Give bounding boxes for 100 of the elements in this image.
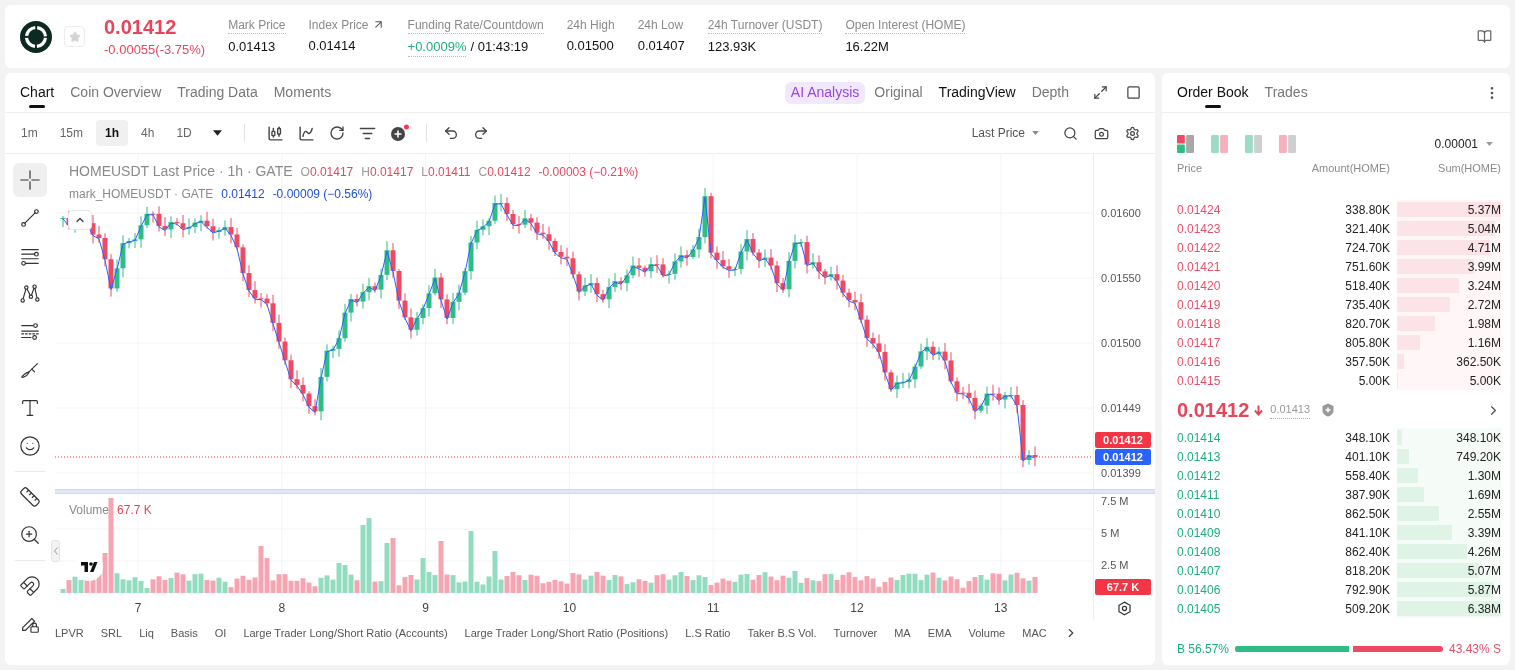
- order-book-tab[interactable]: Trades: [1264, 73, 1308, 112]
- interval-option[interactable]: 1m: [12, 120, 47, 146]
- order-price: 0.01423: [1177, 220, 1222, 238]
- chart-tab[interactable]: Moments: [273, 73, 332, 112]
- stat-label: Open Interest (HOME): [845, 16, 966, 34]
- indicator-option[interactable]: Large Trader Long/Short Ratio (Positions): [464, 625, 669, 640]
- order-price: 0.01408: [1177, 543, 1222, 561]
- plus-circle-icon[interactable]: [389, 124, 410, 142]
- indicator-option[interactable]: MA: [894, 625, 911, 640]
- indicator-option[interactable]: SRL: [100, 625, 123, 640]
- stat-value: 0.01500: [566, 36, 614, 55]
- chart-tab[interactable]: Chart: [20, 73, 55, 112]
- order-sum: 2.72M: [1467, 296, 1501, 314]
- order-amount: 338.80K: [1345, 201, 1390, 219]
- stat-value: 123.93K: [707, 37, 757, 56]
- order-amount: 509.20K: [1345, 600, 1390, 618]
- chart-tab[interactable]: Coin Overview: [70, 73, 162, 112]
- indicator-option[interactable]: EMA: [927, 625, 952, 640]
- undo-icon[interactable]: [442, 125, 459, 141]
- collapse-legend-button[interactable]: [68, 210, 92, 230]
- order-price: 0.01411: [1177, 486, 1221, 504]
- circular-arrow-icon[interactable]: [328, 125, 345, 141]
- ohlc-value: H0.01417: [361, 164, 414, 180]
- indicator-option[interactable]: Taker B.S Vol.: [747, 625, 817, 640]
- volume-value: 67.7 K: [117, 502, 152, 518]
- caret-down-icon[interactable]: [212, 130, 222, 136]
- order-price: 0.01415: [1177, 372, 1222, 390]
- crosshair-tool[interactable]: [13, 163, 47, 197]
- interval-option[interactable]: 4h: [132, 120, 164, 146]
- volume-axis-label: 7.5 M: [1101, 494, 1129, 508]
- indicator-option[interactable]: Turnover: [833, 625, 878, 640]
- line-chart-icon[interactable]: [297, 124, 315, 142]
- order-price: 0.01409: [1177, 524, 1222, 542]
- order-sum: 348.10K: [1456, 429, 1501, 447]
- pattern-nodes-icon: [19, 283, 41, 305]
- order-sum: 1.98M: [1467, 315, 1501, 333]
- interval-option[interactable]: 15m: [50, 120, 92, 146]
- order-price: 0.01406: [1177, 581, 1222, 599]
- search-icon[interactable]: [1063, 125, 1078, 141]
- ohlc-value: C0.01412: [478, 164, 531, 180]
- buy-share: B 56.57%: [1177, 641, 1230, 658]
- layout-both-icon[interactable]: [1177, 135, 1194, 153]
- order-price: 0.01416: [1177, 353, 1222, 371]
- indicator-option[interactable]: Large Trader Long/Short Ratio (Accounts): [243, 625, 448, 640]
- chart-view-tab[interactable]: Original: [874, 82, 923, 103]
- order-price: 0.01419: [1177, 296, 1222, 314]
- book-icon[interactable]: [1477, 29, 1492, 44]
- interval-option[interactable]: 1D: [167, 120, 201, 146]
- order-price: 0.01424: [1177, 201, 1222, 219]
- price-change-value: -0.00003 (−0.21%): [538, 164, 639, 180]
- order-price: 0.01418: [1177, 315, 1222, 333]
- mark-price-value: 0.01412: [221, 186, 265, 202]
- chart-view-tab[interactable]: Depth: [1031, 82, 1069, 103]
- chart-view-tab[interactable]: TradingView: [938, 82, 1016, 103]
- column-header: Sum(HOME): [1437, 160, 1501, 176]
- volume-tag: 67.7 K: [1095, 579, 1151, 595]
- mark-price-title: mark_HOMEUSDT · GATE: [69, 186, 214, 202]
- indicator-option[interactable]: OI: [214, 625, 227, 640]
- expand-icon[interactable]: [1093, 85, 1108, 100]
- order-price: 0.01417: [1177, 334, 1222, 352]
- price-source-dropdown[interactable]: Last Price: [971, 124, 1039, 142]
- order-sum: 3.99M: [1467, 258, 1501, 276]
- mark-price: 0.01413: [1270, 401, 1311, 419]
- redo-icon[interactable]: [472, 125, 489, 141]
- settings-icon[interactable]: [1117, 601, 1132, 616]
- order-price: 0.01405: [1177, 600, 1222, 618]
- candlestick-icon[interactable]: [266, 124, 284, 142]
- ai-analysis-button[interactable]: AI Analysis: [784, 81, 866, 104]
- order-book-tab[interactable]: Order Book: [1177, 73, 1249, 112]
- stat-label: Mark Price: [228, 16, 286, 34]
- order-sum: 4.71M: [1467, 239, 1501, 257]
- precision-dropdown[interactable]: 0.00001: [1434, 135, 1501, 153]
- order-amount: 321.40K: [1345, 220, 1390, 238]
- indicator-option[interactable]: LPVR: [55, 625, 84, 640]
- stat-value: 0.01413: [228, 37, 276, 56]
- chart-tab[interactable]: Trading Data: [177, 73, 258, 112]
- indicator-option[interactable]: MAC: [1022, 625, 1047, 640]
- trend-line-icon: [19, 207, 41, 229]
- order-amount: 862.40K: [1345, 543, 1390, 561]
- order-amount: 818.20K: [1345, 562, 1390, 580]
- order-amount: 348.10K: [1345, 429, 1390, 447]
- indicator-option[interactable]: Volume: [968, 625, 1006, 640]
- indicator-option[interactable]: Liq: [139, 625, 154, 640]
- interval-option[interactable]: 1h: [96, 120, 129, 146]
- indicator-option[interactable]: Basis: [170, 625, 198, 640]
- date-axis-label: 12: [850, 601, 864, 616]
- stat-value: 0.01407: [637, 36, 685, 55]
- ohlc-value: O0.01417: [300, 164, 354, 180]
- order-sum: 3.39M: [1467, 524, 1501, 542]
- order-amount: 558.40K: [1345, 467, 1390, 485]
- funding-rate-value: +0.0009%: [407, 37, 467, 57]
- price-tag: 0.01412: [1095, 432, 1151, 448]
- square-icon[interactable]: [1126, 85, 1141, 100]
- order-amount: 862.50K: [1345, 505, 1390, 523]
- order-amount: 792.90K: [1345, 581, 1390, 599]
- camera-icon[interactable]: [1094, 125, 1109, 141]
- settings-icon[interactable]: [1125, 125, 1140, 141]
- indicator-option[interactable]: L.S Ratio: [685, 625, 731, 640]
- mid-price: 0.01412: [1177, 398, 1250, 423]
- order-sum: 5.00K: [1469, 372, 1501, 390]
